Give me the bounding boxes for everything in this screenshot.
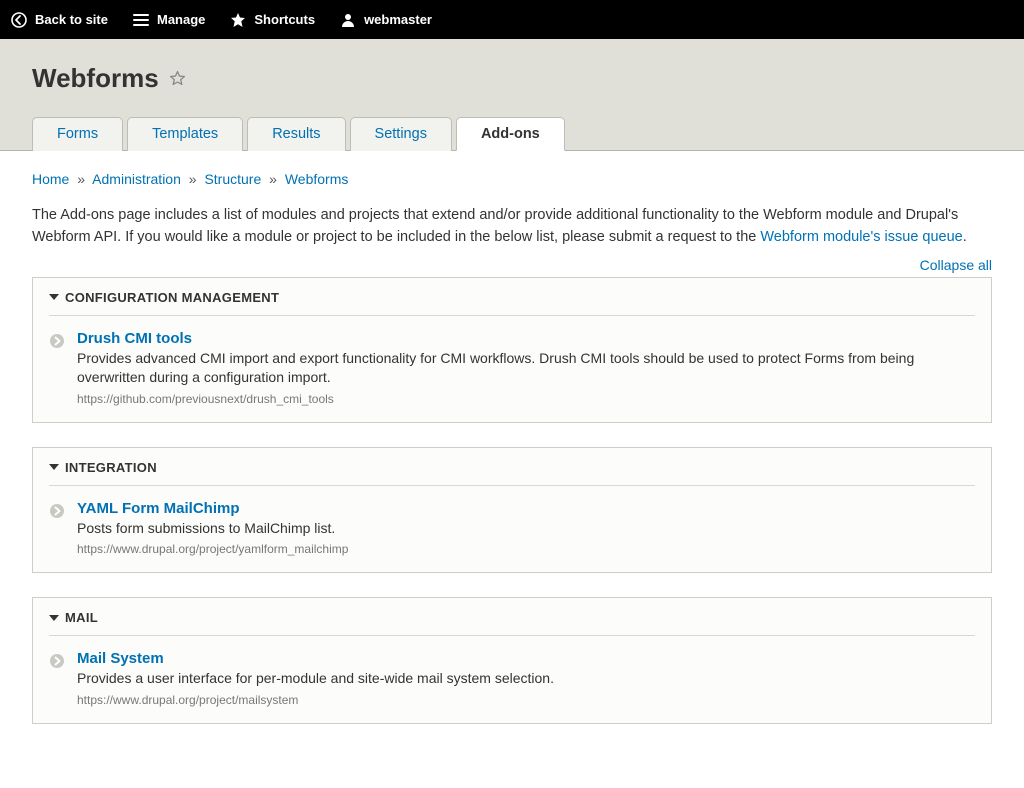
addon-title-link[interactable]: YAML Form MailChimp [77, 500, 240, 517]
divider [49, 635, 975, 636]
breadcrumb-admin[interactable]: Administration [92, 171, 181, 187]
favorite-toggle[interactable] [169, 70, 186, 87]
breadcrumb-structure[interactable]: Structure [204, 171, 261, 187]
back-to-site[interactable]: Back to site [10, 11, 108, 29]
section-mail-header[interactable]: MAIL [49, 610, 975, 625]
primary-tabs: Forms Templates Results Settings Add-ons [32, 116, 992, 150]
arrow-circle-icon [49, 333, 65, 349]
manage-label: Manage [157, 12, 205, 27]
addon-entry: YAML Form MailChimp Posts form submissio… [49, 500, 975, 557]
divider [49, 315, 975, 316]
page-title: Webforms [32, 63, 159, 94]
collapse-all-link[interactable]: Collapse all [920, 257, 992, 273]
manage-menu[interactable]: Manage [132, 11, 205, 29]
section-config: CONFIGURATION MANAGEMENT Drush CMI tools… [32, 277, 992, 423]
collapse-row: Collapse all [32, 257, 992, 273]
page-title-row: Webforms [32, 63, 992, 94]
back-icon [10, 11, 28, 29]
addon-desc: Provides advanced CMI import and export … [77, 349, 975, 388]
section-integration-header[interactable]: INTEGRATION [49, 460, 975, 475]
intro-link[interactable]: Webform module's issue queue [760, 229, 962, 245]
breadcrumb-sep: » [269, 171, 277, 187]
back-label: Back to site [35, 12, 108, 27]
arrow-circle-icon [49, 653, 65, 669]
user-icon [339, 11, 357, 29]
tab-settings[interactable]: Settings [350, 117, 452, 151]
tab-results[interactable]: Results [247, 117, 345, 151]
section-mail-title: MAIL [65, 610, 98, 625]
star-icon [229, 11, 247, 29]
tab-addons[interactable]: Add-ons [456, 117, 565, 151]
addon-url: https://www.drupal.org/project/yamlform_… [77, 542, 975, 556]
breadcrumb-home[interactable]: Home [32, 171, 69, 187]
admin-toolbar: Back to site Manage Shortcuts webmaster [0, 0, 1024, 39]
user-label: webmaster [364, 12, 432, 27]
section-config-header[interactable]: CONFIGURATION MANAGEMENT [49, 290, 975, 305]
intro-b: . [963, 229, 967, 245]
shortcuts-menu[interactable]: Shortcuts [229, 11, 315, 29]
chevron-down-icon [49, 294, 59, 300]
addon-title-link[interactable]: Drush CMI tools [77, 330, 192, 347]
breadcrumb-sep: » [189, 171, 197, 187]
hamburger-icon [132, 11, 150, 29]
shortcuts-label: Shortcuts [254, 12, 315, 27]
tab-forms[interactable]: Forms [32, 117, 123, 151]
addon-desc: Posts form submissions to MailChimp list… [77, 519, 975, 539]
addon-url: https://www.drupal.org/project/mailsyste… [77, 693, 975, 707]
user-menu[interactable]: webmaster [339, 11, 432, 29]
section-integration-title: INTEGRATION [65, 460, 157, 475]
breadcrumb-sep: » [77, 171, 85, 187]
breadcrumb: Home » Administration » Structure » Webf… [32, 171, 992, 187]
addon-desc: Provides a user interface for per-module… [77, 669, 975, 689]
divider [49, 485, 975, 486]
arrow-circle-icon [49, 503, 65, 519]
section-mail: MAIL Mail System Provides a user interfa… [32, 597, 992, 724]
breadcrumb-webforms[interactable]: Webforms [285, 171, 349, 187]
addon-entry: Drush CMI tools Provides advanced CMI im… [49, 330, 975, 406]
tab-templates[interactable]: Templates [127, 117, 243, 151]
addon-entry: Mail System Provides a user interface fo… [49, 650, 975, 707]
section-config-title: CONFIGURATION MANAGEMENT [65, 290, 279, 305]
addon-title-link[interactable]: Mail System [77, 650, 164, 667]
content-region: Home » Administration » Structure » Webf… [0, 151, 1024, 788]
chevron-down-icon [49, 615, 59, 621]
header-region: Webforms Forms Templates Results Setting… [0, 39, 1024, 151]
addon-url: https://github.com/previousnext/drush_cm… [77, 392, 975, 406]
chevron-down-icon [49, 464, 59, 470]
section-integration: INTEGRATION YAML Form MailChimp Posts fo… [32, 447, 992, 574]
intro-text: The Add-ons page includes a list of modu… [32, 205, 992, 249]
